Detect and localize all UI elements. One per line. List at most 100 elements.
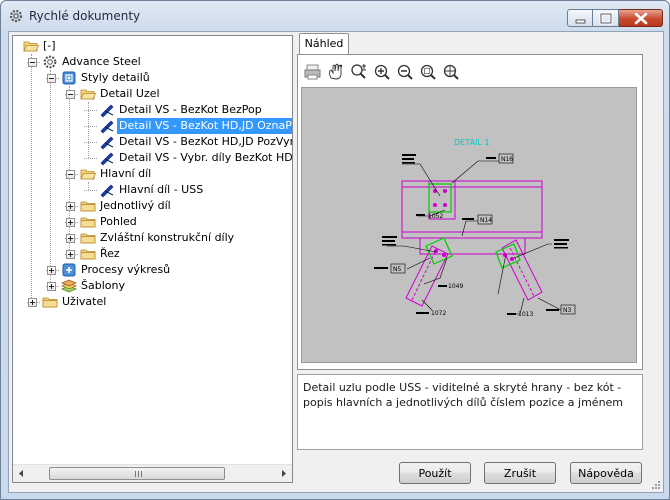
tree-item[interactable]: Uživatel bbox=[13, 294, 292, 310]
collapse-icon[interactable] bbox=[66, 170, 75, 179]
apply-button[interactable]: Použít bbox=[399, 462, 471, 484]
dialog-window: Rychlé dokumenty [-] Advance Steel Styly d… bbox=[0, 0, 670, 500]
expand-icon[interactable] bbox=[66, 202, 75, 211]
detail-style-icon bbox=[100, 136, 114, 150]
tree-item-label: Detail Uzel bbox=[100, 87, 160, 100]
label-1072: 1072 bbox=[431, 310, 446, 317]
expand-icon[interactable] bbox=[47, 266, 56, 275]
tree-item-label: Detail VS - Vybr. díly BezKot HD,JD O bbox=[119, 151, 292, 164]
scroll-left-icon[interactable] bbox=[13, 465, 30, 482]
folder-open-icon bbox=[80, 89, 96, 100]
label-n16: N16 bbox=[501, 156, 513, 163]
detail-style-icon bbox=[100, 104, 114, 118]
tree-item[interactable]: Detail VS - Vybr. díly BezKot HD,JD O bbox=[13, 150, 292, 166]
style-tree[interactable]: [-] Advance Steel Styly detailů Detail Uzel… bbox=[12, 35, 293, 483]
print-icon[interactable] bbox=[302, 61, 324, 83]
label-1052: 1052 bbox=[428, 213, 443, 220]
template-stack-icon bbox=[61, 279, 77, 293]
tree-item-label: Procesy výkresů bbox=[81, 263, 171, 276]
resize-grip-icon[interactable] bbox=[649, 478, 661, 490]
title-bar[interactable]: Rychlé dokumenty bbox=[1, 1, 669, 31]
collapse-icon[interactable] bbox=[28, 58, 37, 67]
label-n14: N14 bbox=[480, 217, 492, 224]
tree-item[interactable]: Advance Steel bbox=[13, 54, 292, 70]
tree-item[interactable]: Pohled bbox=[13, 214, 292, 230]
tree-item[interactable]: Šablony bbox=[13, 278, 292, 294]
maximize-button[interactable] bbox=[593, 9, 619, 27]
dialog-client-area: [-] Advance Steel Styly detailů Detail Uzel… bbox=[8, 31, 664, 493]
folder-icon bbox=[80, 217, 96, 228]
tree-item[interactable]: Detail VS - BezKot BezPop bbox=[13, 102, 292, 118]
tree-item[interactable]: Jednotlivý díl bbox=[13, 198, 292, 214]
tree-item[interactable]: Styly detailů bbox=[13, 70, 292, 86]
tree-item[interactable]: Procesy výkresů bbox=[13, 262, 292, 278]
tree-item-label: Advance Steel bbox=[62, 55, 141, 68]
help-button[interactable]: Nápověda bbox=[570, 462, 642, 484]
drawing-title: DETAIL 1 bbox=[454, 138, 489, 147]
zoom-out-icon[interactable] bbox=[394, 61, 416, 83]
window-title: Rychlé dokumenty bbox=[29, 9, 141, 23]
label-n3: N3 bbox=[563, 307, 571, 314]
tree-item-label: Styly detailů bbox=[81, 71, 150, 84]
folder-icon bbox=[80, 233, 96, 244]
zoom-window-icon[interactable] bbox=[417, 61, 439, 83]
tree-item-label: Řez bbox=[100, 247, 120, 260]
style-icon bbox=[62, 71, 76, 85]
tree-item[interactable]: Detail VS - BezKot HD,JD PozVynáš bbox=[13, 134, 292, 150]
tab-preview[interactable]: Náhled bbox=[299, 33, 349, 55]
tree-item-label: [-] bbox=[43, 39, 56, 52]
preview-canvas[interactable]: DETAIL 1 N16 N14 1052 N5 1049 1072 1013 … bbox=[301, 87, 637, 363]
zoom-extents-icon[interactable] bbox=[440, 61, 462, 83]
expand-icon[interactable] bbox=[28, 298, 37, 307]
detail-style-icon bbox=[100, 184, 114, 198]
minimize-icon bbox=[575, 19, 586, 24]
tree-horizontal-scrollbar[interactable] bbox=[13, 464, 292, 482]
tree-item-label: Detail VS - BezKot HD,JD PozVynáš bbox=[119, 135, 292, 148]
detail-style-icon bbox=[100, 120, 114, 134]
expand-icon[interactable] bbox=[47, 282, 56, 291]
minimize-button[interactable] bbox=[567, 9, 593, 27]
tab-preview-label: Náhled bbox=[304, 37, 344, 50]
tree-item[interactable]: [-] bbox=[13, 38, 292, 54]
scroll-right-icon[interactable] bbox=[275, 465, 292, 482]
tree-item-label: Zvláštní konstrukční díly bbox=[100, 231, 235, 244]
collapse-icon[interactable] bbox=[47, 74, 56, 83]
tree-item-label: Hlavní díl bbox=[100, 167, 152, 180]
folder-open-icon bbox=[80, 169, 96, 180]
expand-icon[interactable] bbox=[66, 218, 75, 227]
tree-item[interactable]: Detail VS - BezKot HD,JD OznaPozVyn bbox=[13, 118, 292, 134]
label-1049: 1049 bbox=[448, 283, 463, 290]
tree-item-label: Detail VS - BezKot BezPop bbox=[119, 103, 262, 116]
zoom-realtime-icon[interactable] bbox=[348, 61, 370, 83]
tree-item-label: Pohled bbox=[100, 215, 137, 228]
pan-hand-icon[interactable] bbox=[325, 61, 347, 83]
expand-icon[interactable] bbox=[66, 234, 75, 243]
folder-icon bbox=[42, 297, 58, 308]
tree-item[interactable]: Hlavní díl - USS bbox=[13, 182, 292, 198]
tree-item-label: Jednotlivý díl bbox=[100, 199, 171, 212]
gear-icon bbox=[43, 55, 57, 69]
label-n5: N5 bbox=[393, 266, 401, 273]
tree-item-label: Detail VS - BezKot HD,JD OznaPozVyn bbox=[117, 118, 292, 134]
close-button[interactable] bbox=[619, 9, 663, 27]
tree-item[interactable]: Řez bbox=[13, 246, 292, 262]
folder-open-icon bbox=[23, 41, 39, 52]
collapse-icon[interactable] bbox=[66, 90, 75, 99]
folder-icon bbox=[80, 201, 96, 212]
gear-icon bbox=[9, 9, 23, 23]
connection-detail-drawing: DETAIL 1 N16 N14 1052 N5 1049 1072 1013 … bbox=[374, 138, 576, 318]
zoom-in-icon[interactable] bbox=[371, 61, 393, 83]
tree-item[interactable]: Zvláštní konstrukční díly bbox=[13, 230, 292, 246]
tree-item[interactable]: Detail Uzel bbox=[13, 86, 292, 102]
tree-item[interactable]: Hlavní díl bbox=[13, 166, 292, 182]
scrollbar-thumb[interactable] bbox=[49, 467, 225, 480]
process-icon bbox=[62, 263, 76, 277]
tree-rows: [-] Advance Steel Styly detailů Detail Uzel… bbox=[13, 36, 292, 464]
preview-panel: DETAIL 1 N16 N14 1052 N5 1049 1072 1013 … bbox=[297, 54, 643, 370]
expand-icon[interactable] bbox=[66, 250, 75, 259]
folder-icon bbox=[80, 249, 96, 260]
detail-style-icon bbox=[100, 152, 114, 166]
tree-item-label: Uživatel bbox=[62, 295, 107, 308]
cancel-button[interactable]: Zrušit bbox=[484, 462, 556, 484]
label-1013: 1013 bbox=[518, 311, 533, 318]
